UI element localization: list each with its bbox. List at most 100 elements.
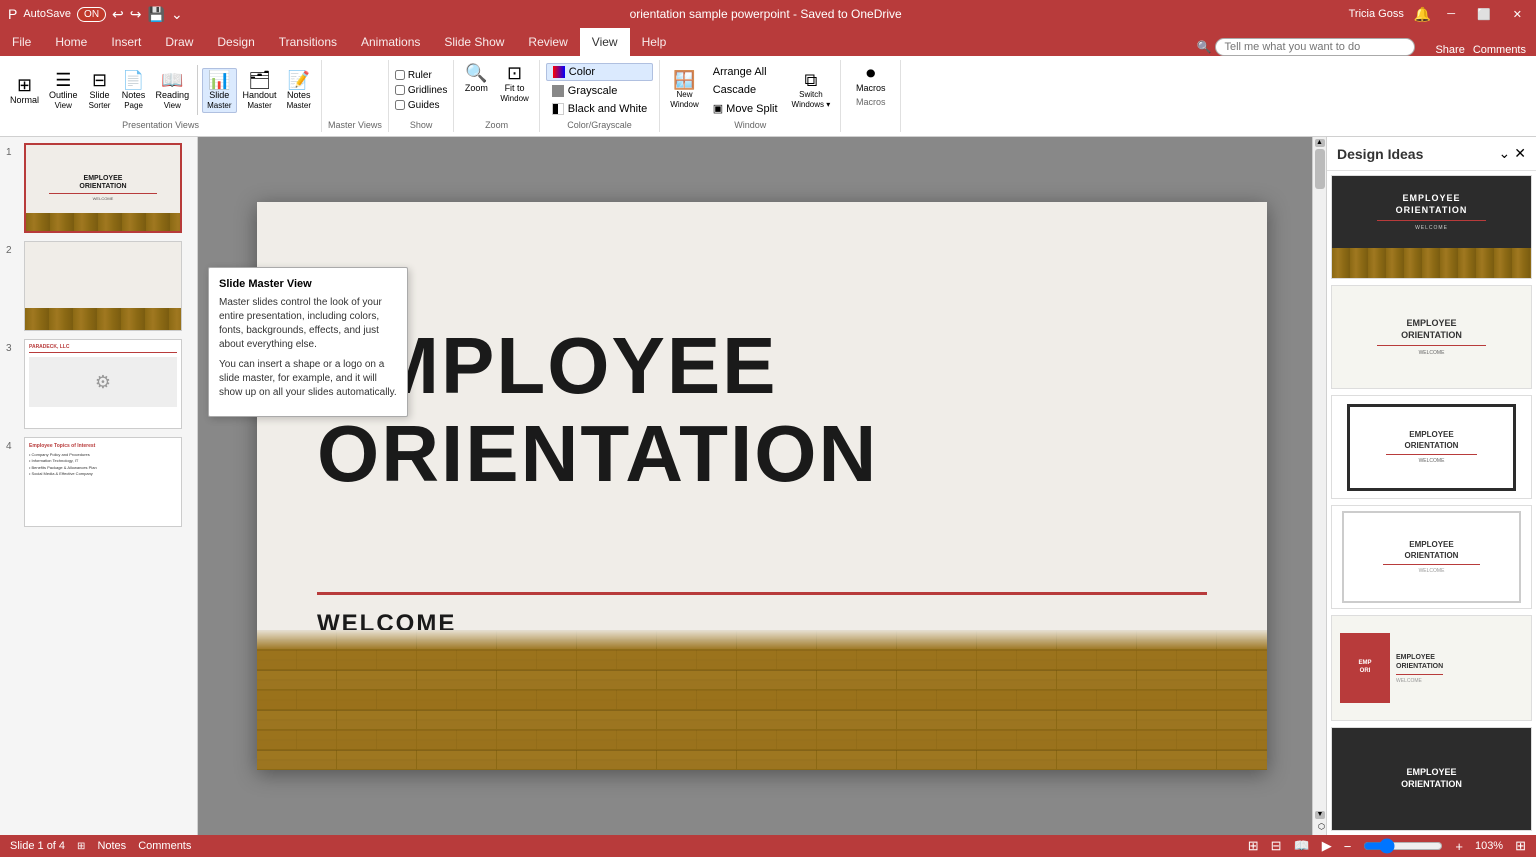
slide-panel: 1 EMPLOYEEORIENTATION WELCOME 2 3 bbox=[0, 137, 198, 835]
btn-move-split[interactable]: ▣ Move Split bbox=[707, 100, 784, 117]
view-reading-icon[interactable]: 📖 bbox=[1294, 838, 1310, 854]
btn-new-window[interactable]: 🪟 New Window bbox=[666, 69, 702, 111]
save-icon[interactable]: 💾 bbox=[148, 6, 165, 23]
view-sorter-icon[interactable]: ⊟ bbox=[1271, 838, 1282, 854]
fit-window-icon: ⊡ bbox=[507, 64, 522, 82]
title-bar-left: P AutoSave ON ↩ ↪ 💾 ⌄ bbox=[8, 6, 183, 23]
tab-transitions[interactable]: Transitions bbox=[267, 28, 349, 56]
search-input[interactable] bbox=[1215, 38, 1415, 56]
btn-handout-master[interactable]: 🗂 Handout Master bbox=[239, 69, 281, 112]
btn-zoom[interactable]: 🔍 Zoom bbox=[460, 62, 492, 118]
btn-fit-to-window[interactable]: ⊡ Fit to Window bbox=[496, 62, 532, 118]
zoom-slider[interactable] bbox=[1363, 838, 1443, 854]
slide-number-4: 4 bbox=[6, 437, 18, 452]
checkbox-guides[interactable]: Guides bbox=[395, 99, 447, 112]
restore-button[interactable]: ⬜ bbox=[1471, 8, 1497, 21]
tab-insert[interactable]: Insert bbox=[99, 28, 153, 56]
title-bar-right: Tricia Goss 🔔 ─ ⬜ ✕ bbox=[1349, 6, 1528, 23]
btn-notes-master[interactable]: 📝 Notes Master bbox=[283, 69, 315, 112]
btn-switch-windows[interactable]: ⧉ Switch Windows ▾ bbox=[788, 69, 835, 111]
design-panel-close-icon[interactable]: ✕ bbox=[1514, 145, 1526, 162]
design-panel-title: Design Ideas bbox=[1337, 146, 1423, 162]
btn-normal[interactable]: ⊞ Normal bbox=[6, 74, 43, 107]
ruler-checkbox[interactable] bbox=[395, 70, 405, 80]
tab-slideshow[interactable]: Slide Show bbox=[432, 28, 516, 56]
ribbon-group-window: 🪟 New Window Arrange All Cascade ▣ Move … bbox=[660, 60, 841, 132]
tab-home[interactable]: Home bbox=[43, 28, 99, 56]
user-name: Tricia Goss bbox=[1349, 8, 1404, 20]
btn-notes-page[interactable]: 📄 Notes Page bbox=[118, 69, 150, 112]
share-button[interactable]: Share bbox=[1435, 44, 1464, 56]
btn-slide-sorter[interactable]: ⊟ Slide Sorter bbox=[84, 69, 116, 112]
canvas-scrollbar[interactable]: ▲ ▼ ⬡ bbox=[1312, 137, 1326, 835]
design-idea-1[interactable]: EMPLOYEEORIENTATION WELCOME bbox=[1331, 175, 1532, 279]
tab-draw[interactable]: Draw bbox=[153, 28, 205, 56]
slide-notes-icon: ⊞ bbox=[77, 841, 85, 852]
slide-canvas: EMPLOYEE ORIENTATION WELCOME bbox=[257, 202, 1267, 770]
design-panel-dropdown-icon[interactable]: ⌄ bbox=[1499, 145, 1511, 162]
ribbon-content: ⊞ Normal ☰ Outline View ⊟ Slide Sorter 📄… bbox=[0, 56, 1536, 136]
tab-help[interactable]: Help bbox=[630, 28, 679, 56]
tab-view[interactable]: View bbox=[580, 28, 630, 56]
btn-outline-view[interactable]: ☰ Outline View bbox=[45, 69, 82, 112]
slide-thumbnail-2 bbox=[24, 241, 182, 331]
outline-view-icon: ☰ bbox=[55, 71, 71, 89]
slide-thumbnail-4: Employee Topics of Interest • Company Po… bbox=[24, 437, 182, 527]
slide-thumb-1[interactable]: 1 EMPLOYEEORIENTATION WELCOME bbox=[4, 141, 193, 235]
comments-button[interactable]: Comments bbox=[1473, 44, 1526, 56]
design-ideas-panel: Design Ideas ⌄ ✕ EMPLOYEEORIENTATION WEL… bbox=[1326, 137, 1536, 835]
group-label-zoom: Zoom bbox=[485, 120, 508, 130]
btn-slide-master[interactable]: 📊 Slide Master bbox=[202, 68, 236, 113]
checkbox-gridlines[interactable]: Gridlines bbox=[395, 84, 447, 97]
design-idea-4[interactable]: EMPLOYEEORIENTATION WELCOME bbox=[1331, 505, 1532, 609]
notifications-icon[interactable]: 🔔 bbox=[1414, 6, 1431, 23]
design-idea-2[interactable]: EMPLOYEEORIENTATION WELCOME bbox=[1331, 285, 1532, 389]
btn-arrange-all[interactable]: Arrange All bbox=[707, 64, 784, 80]
reading-view-icon: 📖 bbox=[161, 71, 183, 89]
group-label-show: Show bbox=[410, 120, 433, 130]
btn-cascade[interactable]: Cascade bbox=[707, 82, 784, 98]
zoom-in-icon[interactable]: + bbox=[1455, 839, 1463, 854]
undo-icon[interactable]: ↩ bbox=[112, 6, 124, 23]
comments-status-button[interactable]: Comments bbox=[138, 840, 191, 852]
close-button[interactable]: ✕ bbox=[1507, 8, 1528, 21]
minimize-button[interactable]: ─ bbox=[1441, 8, 1461, 20]
btn-color[interactable]: Color bbox=[546, 63, 653, 81]
btn-macros[interactable]: ⏺ Macros bbox=[852, 62, 890, 95]
guides-checkbox[interactable] bbox=[395, 100, 405, 110]
design-idea-6[interactable]: EMPLOYEEORIENTATION bbox=[1331, 727, 1532, 831]
redo-icon[interactable]: ↪ bbox=[130, 6, 142, 23]
group-label-master-views: Master Views bbox=[328, 120, 382, 130]
slide-thumb-3[interactable]: 3 PARADECK, LLC ⚙ bbox=[4, 337, 193, 431]
design-idea-3[interactable]: EMPLOYEEORIENTATION WELCOME bbox=[1331, 395, 1532, 499]
notes-page-icon: 📄 bbox=[122, 71, 144, 89]
btn-grayscale[interactable]: Grayscale bbox=[546, 83, 653, 99]
btn-black-and-white[interactable]: Black and White bbox=[546, 101, 653, 117]
slide-thumb-4[interactable]: 4 Employee Topics of Interest • Company … bbox=[4, 435, 193, 529]
view-normal-icon[interactable]: ⊞ bbox=[1248, 838, 1259, 854]
zoom-out-icon[interactable]: − bbox=[1344, 839, 1352, 854]
tab-animations[interactable]: Animations bbox=[349, 28, 432, 56]
autosave-toggle[interactable]: ON bbox=[77, 7, 106, 22]
notes-button[interactable]: Notes bbox=[97, 840, 126, 852]
gridlines-checkbox[interactable] bbox=[395, 85, 405, 95]
slide-master-icon: 📊 bbox=[208, 71, 230, 89]
ribbon-group-zoom: 🔍 Zoom ⊡ Fit to Window Zoom bbox=[454, 60, 539, 132]
main-area: 1 EMPLOYEEORIENTATION WELCOME 2 3 bbox=[0, 137, 1536, 835]
slide-thumb-2[interactable]: 2 bbox=[4, 239, 193, 333]
tab-review[interactable]: Review bbox=[516, 28, 579, 56]
customize-icon[interactable]: ⌄ bbox=[171, 6, 183, 23]
tab-file[interactable]: File bbox=[0, 28, 43, 56]
btn-reading-view[interactable]: 📖 Reading View bbox=[152, 69, 194, 112]
document-title: orientation sample powerpoint - Saved to… bbox=[630, 7, 902, 21]
fit-slide-icon[interactable]: ⊞ bbox=[1515, 838, 1526, 854]
checkbox-ruler[interactable]: Ruler bbox=[395, 69, 447, 82]
normal-view-icon: ⊞ bbox=[17, 76, 32, 94]
notes-master-icon: 📝 bbox=[288, 71, 310, 89]
view-slideshow-icon[interactable]: ▶ bbox=[1322, 838, 1332, 854]
group-label-color: Color/Grayscale bbox=[567, 120, 632, 130]
tab-design[interactable]: Design bbox=[205, 28, 266, 56]
design-idea-5[interactable]: EMPORI EMPLOYEEORIENTATION WELCOME bbox=[1331, 615, 1532, 721]
search-icon: 🔍 bbox=[1197, 40, 1212, 54]
status-bar-left: Slide 1 of 4 ⊞ Notes Comments bbox=[10, 840, 191, 852]
